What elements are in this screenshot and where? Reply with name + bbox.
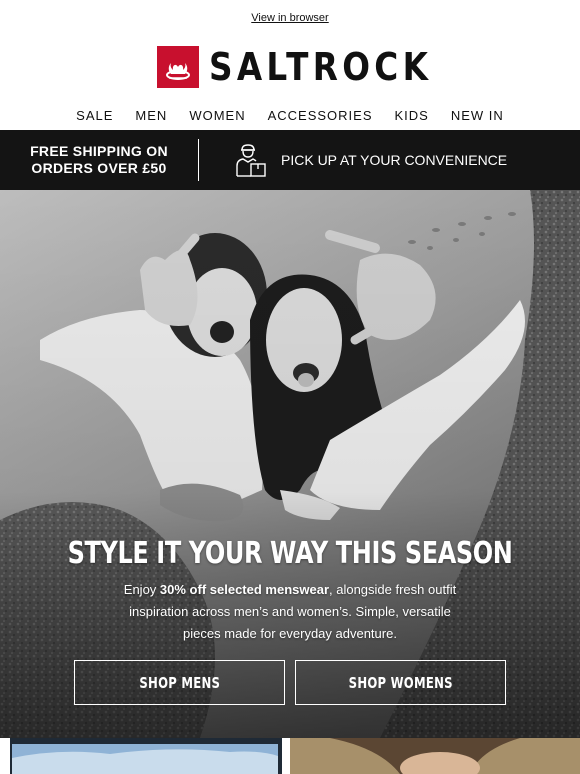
main-nav: SALE MEN WOMEN ACCESSORIES KIDS NEW IN: [0, 96, 580, 134]
pickup-info: PICK UP AT YOUR CONVENIENCE: [199, 142, 507, 178]
shop-mens-button[interactable]: SHOP MENS: [74, 660, 285, 705]
brand-wordmark: SALTROCK: [209, 45, 433, 89]
hero-text: STYLE IT YOUR WAY THIS SEASON Enjoy 30% …: [0, 536, 580, 645]
hero-buttons: SHOP MENS SHOP WOMENS: [74, 660, 506, 705]
product-images: [0, 738, 580, 774]
nav-item-accessories[interactable]: ACCESSORIES: [257, 108, 384, 123]
hero-photo: [0, 190, 580, 738]
nav-item-kids[interactable]: KIDS: [384, 108, 440, 123]
product-image-row: [0, 738, 580, 774]
nav-item-women[interactable]: WOMEN: [178, 108, 256, 123]
shop-womens-button[interactable]: SHOP WOMENS: [295, 660, 506, 705]
hero-banner[interactable]: STYLE IT YOUR WAY THIS SEASON Enjoy 30% …: [0, 190, 580, 738]
free-shipping-text: FREE SHIPPING ON ORDERS OVER £50: [30, 143, 168, 176]
view-in-browser-link[interactable]: View in browser: [251, 12, 328, 24]
brand-logo[interactable]: SALTROCK: [0, 42, 580, 92]
delivery-person-icon: [236, 144, 266, 177]
flame-logo-icon: [157, 46, 199, 88]
top-bar: View in browser: [0, 0, 580, 36]
pickup-text: PICK UP AT YOUR CONVENIENCE: [281, 152, 508, 168]
nav-item-sale[interactable]: SALE: [65, 108, 124, 123]
hero-title: STYLE IT YOUR WAY THIS SEASON: [67, 536, 513, 571]
nav-item-men[interactable]: MEN: [124, 108, 178, 123]
shipping-banner[interactable]: FREE SHIPPING ON ORDERS OVER £50 PICK UP…: [0, 130, 580, 190]
nav-item-new-in[interactable]: NEW IN: [440, 108, 515, 123]
hero-description: Enjoy 30% off selected menswear, alongsi…: [123, 582, 457, 641]
